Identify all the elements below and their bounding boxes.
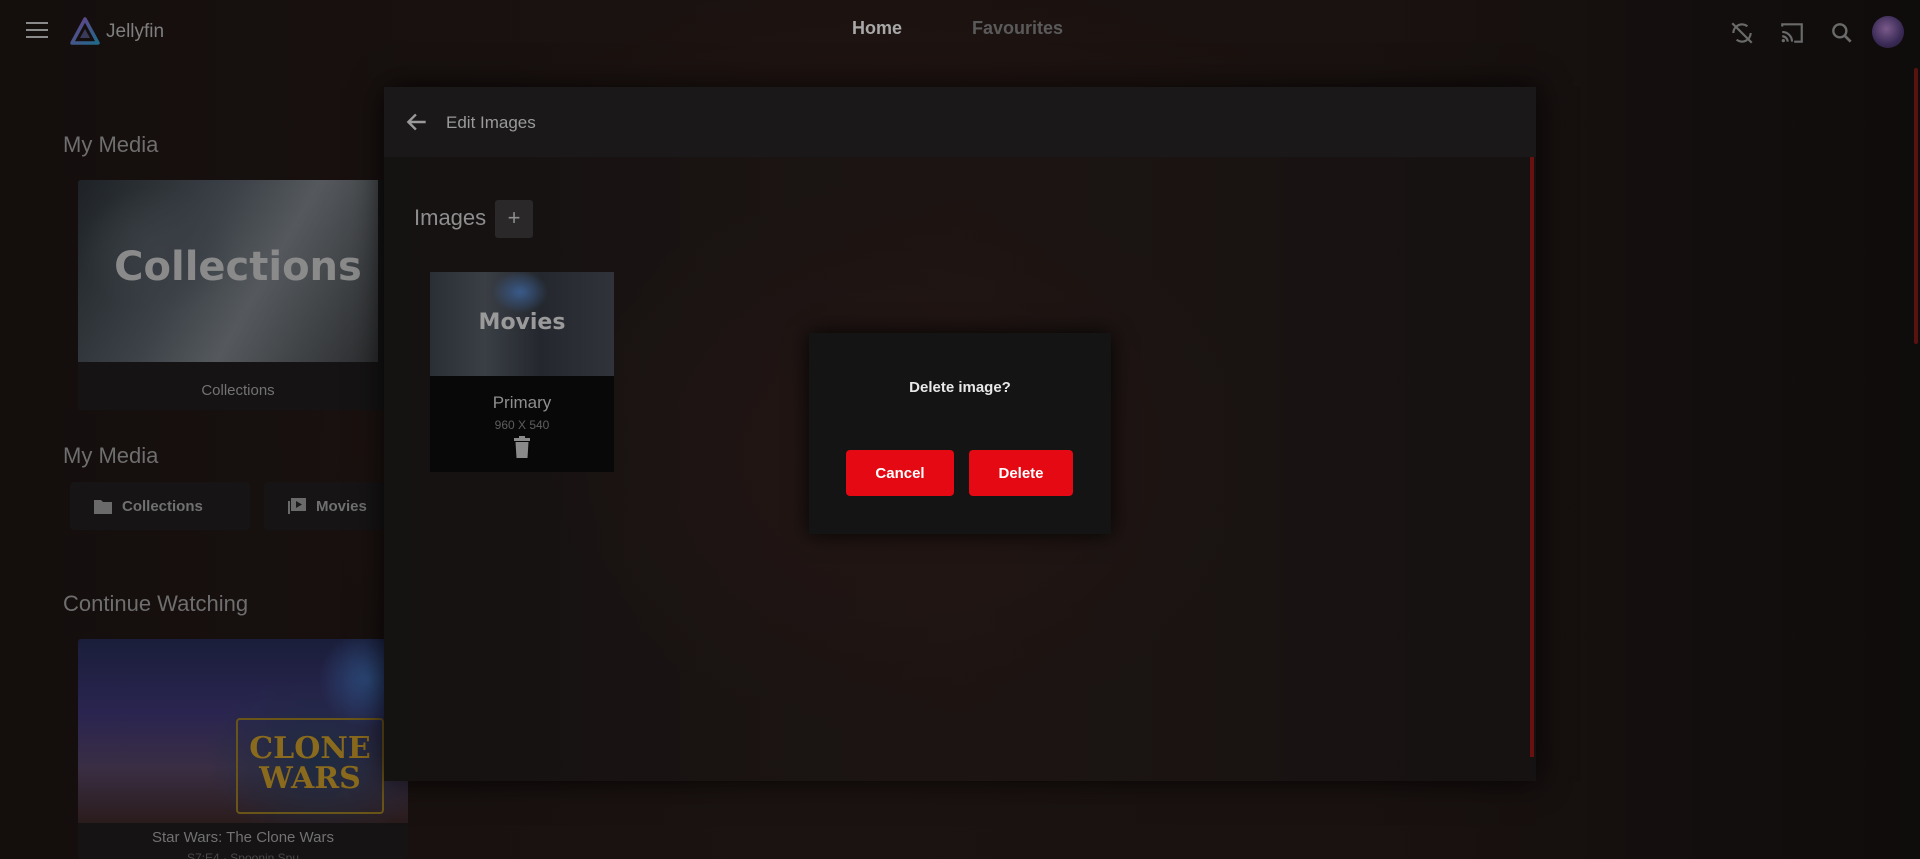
continue-card-caption: Star Wars: The Clone Wars — [152, 829, 334, 846]
chip-collections[interactable]: Collections — [70, 482, 250, 530]
clone-wars-logo-text: CLONE WARS — [249, 731, 371, 796]
trash-icon[interactable] — [512, 436, 532, 458]
panel-header: Edit Images — [384, 87, 1536, 157]
collections-card-caption: Collections — [201, 382, 275, 399]
menu-icon[interactable] — [26, 22, 48, 40]
app-logo[interactable]: Jellyfin — [70, 14, 164, 50]
chip-movies[interactable]: Movies — [264, 482, 384, 530]
cast-icon[interactable] — [1779, 20, 1805, 46]
page-scrollbar[interactable] — [1914, 68, 1918, 344]
jellyfin-logo-icon — [70, 17, 100, 45]
user-avatar[interactable] — [1872, 16, 1904, 48]
search-icon[interactable] — [1829, 20, 1855, 46]
chip-movies-label: Movies — [316, 497, 367, 515]
continue-watching-title: Continue Watching — [63, 591, 249, 616]
app-header: Jellyfin Home Favourites — [0, 0, 1920, 64]
image-card-primary: Movies Primary 960 X 540 — [430, 272, 614, 472]
image-thumbnail-text: Movies — [478, 310, 566, 335]
delete-button[interactable]: Delete — [969, 450, 1073, 496]
collections-card[interactable]: Collections Collections — [78, 180, 398, 410]
image-size-label: 960 X 540 — [494, 418, 550, 432]
video-library-icon — [288, 498, 306, 514]
tab-home[interactable]: Home — [852, 18, 902, 39]
app-name: Jellyfin — [106, 21, 165, 42]
cancel-button[interactable]: Cancel — [846, 450, 954, 496]
panel-title: Edit Images — [446, 113, 536, 132]
continue-card-subcaption: S7:E4 · Spoonin Spu — [186, 851, 300, 859]
add-image-button[interactable]: + — [495, 200, 533, 238]
delete-image-dialog: Delete image? Cancel Delete — [809, 333, 1111, 534]
sync-disabled-icon[interactable] — [1729, 20, 1755, 46]
back-arrow-icon[interactable] — [404, 109, 430, 135]
collections-card-image-text: Collections — [114, 244, 362, 290]
dialog-message: Delete image? — [909, 379, 1011, 396]
panel-scrollbar[interactable] — [1530, 157, 1534, 757]
image-type-label: Primary — [492, 393, 552, 412]
my-media-title: My Media — [63, 132, 159, 157]
clone-wars-logo: CLONE WARS — [236, 718, 384, 814]
folder-icon — [94, 500, 112, 514]
tab-favourites[interactable]: Favourites — [972, 18, 1063, 39]
chip-collections-label: Collections — [122, 497, 203, 515]
images-heading: Images — [414, 205, 487, 230]
my-media-small-title: My Media — [63, 443, 159, 468]
